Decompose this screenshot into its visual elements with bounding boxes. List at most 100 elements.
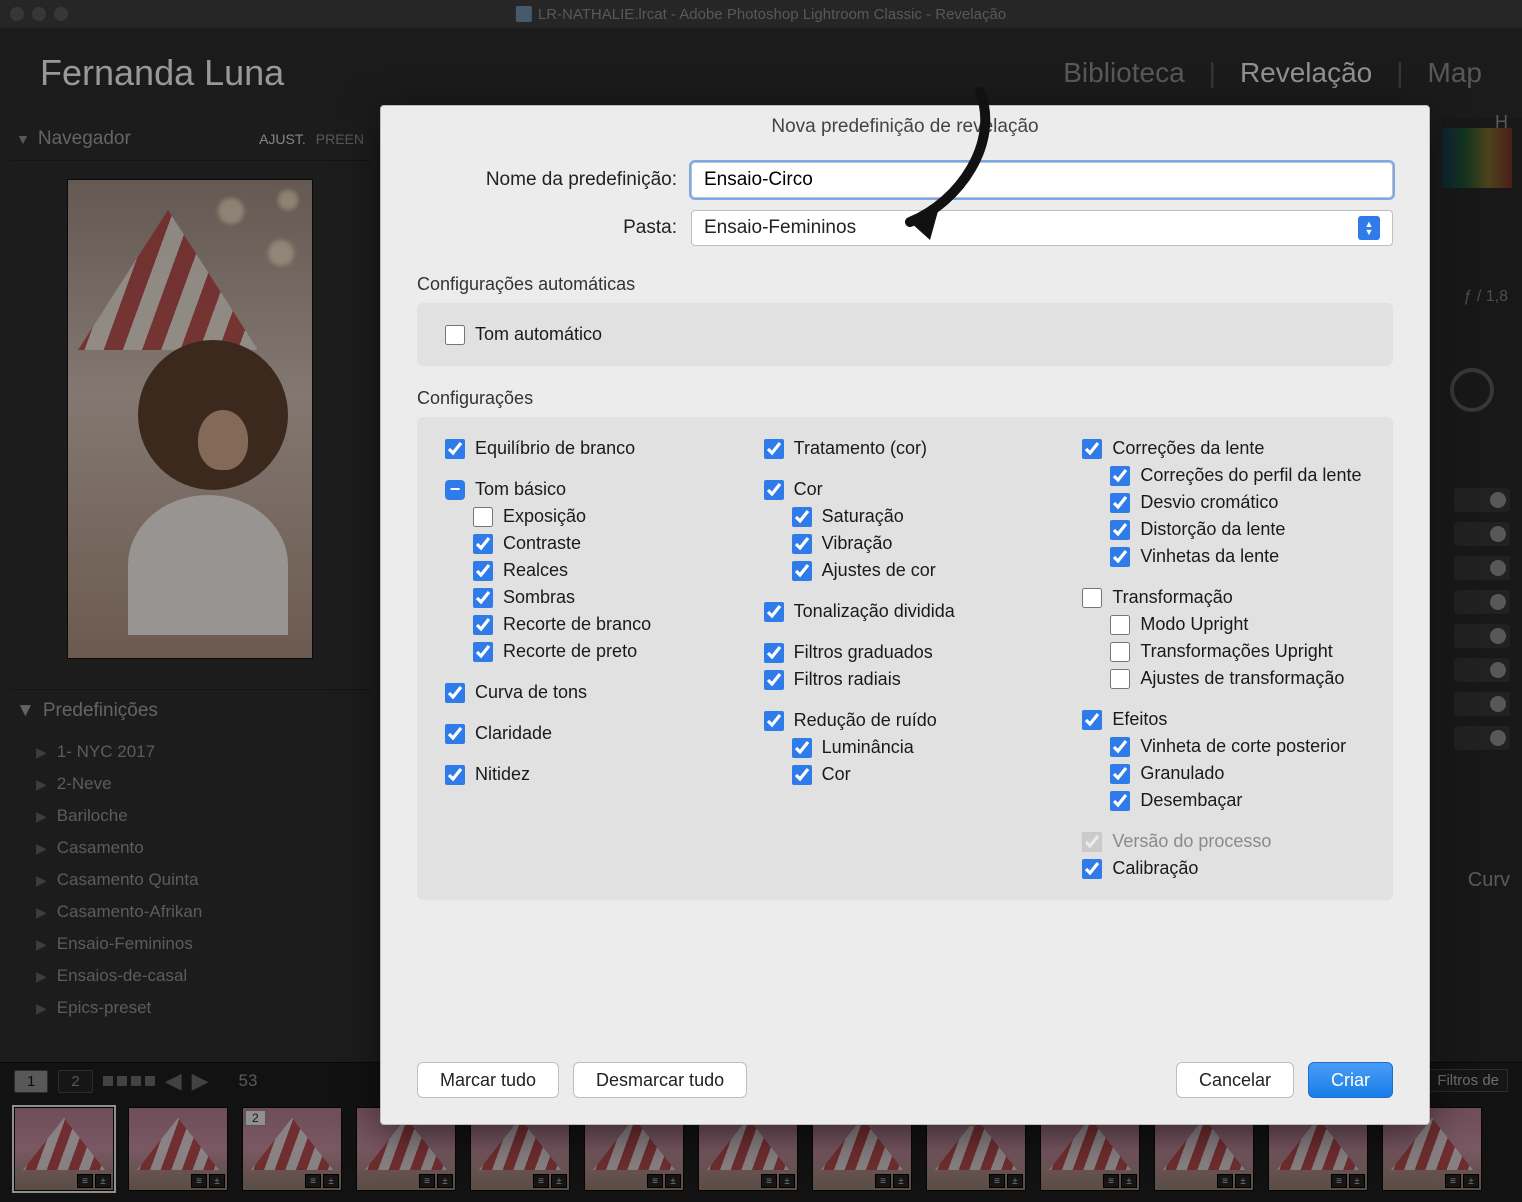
preset-folder[interactable]: ▶1- NYC 2017 [32,736,370,768]
preset-folder[interactable]: ▶Bariloche [32,800,370,832]
chk-sub-item[interactable]: Desembaçar [1110,787,1365,814]
chk-sub-item[interactable]: Ajustes de cor [792,557,1047,584]
chk-sub-item[interactable]: Granulado [1110,760,1365,787]
chk-process-version: Versão do processo [1082,828,1365,855]
select-arrows-icon: ▲▼ [1358,216,1380,240]
chk-color[interactable]: Cor [764,476,1047,503]
check-all-button[interactable]: Marcar tudo [417,1062,559,1098]
chk-radial-filters[interactable]: Filtros radiais [764,666,1047,693]
preset-folder[interactable]: ▶Casamento [32,832,370,864]
traffic-lights[interactable] [10,7,68,21]
metadata-badge-icon: ≡ [419,1174,435,1188]
next-icon[interactable]: ▶ [192,1068,209,1094]
chk-sub-item[interactable]: Vinheta de corte posterior [1110,733,1365,760]
chk-basic-tone[interactable]: −Tom básico [445,476,728,503]
slider[interactable] [1454,488,1510,512]
uncheck-all-button[interactable]: Desmarcar tudo [573,1062,747,1098]
grid-view-icon[interactable] [103,1076,155,1086]
slider[interactable] [1454,692,1510,716]
module-mapa[interactable]: Map [1428,57,1482,89]
auto-tone-checkbox[interactable]: Tom automático [445,321,1365,348]
disclosure-down-icon[interactable]: ▼ [16,700,35,722]
auto-settings-label: Configurações automáticas [381,252,1429,303]
chk-lens-corrections[interactable]: Correções da lente [1082,435,1365,462]
chk-sub-item[interactable]: Desvio cromático [1110,489,1365,516]
filmstrip-thumb[interactable]: ≡± [128,1107,228,1191]
preset-folder[interactable]: ▶Casamento-Afrikan [32,896,370,928]
temperature-dial-icon[interactable] [1450,368,1494,412]
module-revelacao[interactable]: Revelação [1240,57,1372,89]
chk-sub-item[interactable]: Vibração [792,530,1047,557]
slider[interactable] [1454,726,1510,750]
chk-sub-item[interactable]: Sombras [473,584,728,611]
prev-icon[interactable]: ◀ [165,1068,182,1094]
close-icon[interactable] [10,7,24,21]
slider[interactable] [1454,556,1510,580]
chk-sub-item[interactable]: Recorte de preto [473,638,728,665]
slider[interactable] [1454,658,1510,682]
chk-sub-item[interactable]: Transformações Upright [1110,638,1365,665]
cancel-button[interactable]: Cancelar [1176,1062,1294,1098]
zoom-fill[interactable]: PREEN [316,131,364,147]
chk-sub-item[interactable]: Cor [792,761,1047,788]
presets-header[interactable]: ▼ Predefinições [10,689,370,732]
chk-sub-item[interactable]: Ajustes de transformação [1110,665,1365,692]
chevron-right-icon: ▶ [36,808,47,825]
chk-graduated-filters[interactable]: Filtros graduados [764,639,1047,666]
identity-plate: Fernanda Luna [40,52,284,94]
settings-col-3: Correções da lente Correções do perfil d… [1082,435,1365,882]
chk-white-balance[interactable]: Equilíbrio de branco [445,435,728,462]
chk-treatment[interactable]: Tratamento (cor) [764,435,1047,462]
navigator-preview[interactable] [67,179,313,659]
minimize-icon[interactable] [32,7,46,21]
slider[interactable] [1454,590,1510,614]
develop-badge-icon: ± [1463,1174,1479,1188]
filmstrip-thumb[interactable]: 2≡± [242,1107,342,1191]
chk-noise-reduction[interactable]: Redução de ruído [764,707,1047,734]
chk-sub-item[interactable]: Realces [473,557,728,584]
slider[interactable] [1454,624,1510,648]
chk-calibration[interactable]: Calibração [1082,855,1365,882]
preset-name-input[interactable] [691,162,1393,198]
window-title: LR-NATHALIE.lrcat - Adobe Photoshop Ligh… [538,6,1006,23]
navigator-header[interactable]: ▼Navegador AJUST. PREEN [10,118,370,161]
chk-transform[interactable]: Transformação [1082,584,1365,611]
zoom-icon[interactable] [54,7,68,21]
folder-select[interactable]: Ensaio-Femininos ▲▼ [691,210,1393,246]
module-biblioteca[interactable]: Biblioteca [1063,57,1184,89]
chk-sub-item[interactable]: Saturação [792,503,1047,530]
preset-folder[interactable]: ▶Casamento Quinta [32,864,370,896]
chk-sub-item[interactable]: Luminância [792,734,1047,761]
chk-sub-item[interactable]: Correções do perfil da lente [1110,462,1365,489]
zoom-fit[interactable]: AJUST. [259,131,306,147]
view-secondary-button[interactable]: 2 [58,1070,92,1093]
dialog-footer: Marcar tudo Desmarcar tudo Cancelar Cria… [381,1042,1429,1124]
chk-sub-item[interactable]: Recorte de branco [473,611,728,638]
chk-sub-item[interactable]: Distorção da lente [1110,516,1365,543]
create-button[interactable]: Criar [1308,1062,1393,1098]
chk-clarity[interactable]: Claridade [445,720,728,747]
preset-folder[interactable]: ▶Ensaios-de-casal [32,960,370,992]
chk-effects[interactable]: Efeitos [1082,706,1365,733]
chk-sub-item[interactable]: Contraste [473,530,728,557]
tone-curve-panel-label[interactable]: Curv [1468,869,1510,892]
preset-name-label: Nome da predefinição: [417,169,677,191]
slider[interactable] [1454,522,1510,546]
preset-folder[interactable]: ▶2-Neve [32,768,370,800]
preset-folder[interactable]: ▶Ensaio-Femininos [32,928,370,960]
chk-split-toning[interactable]: Tonalização dividida [764,598,1047,625]
filmstrip-thumb[interactable]: ≡± [14,1107,114,1191]
chk-sub-item[interactable]: Exposição [473,503,728,530]
chk-sub-item[interactable]: Vinhetas da lente [1110,543,1365,570]
histogram[interactable] [1442,128,1512,188]
chk-sharpening[interactable]: Nitidez [445,761,728,788]
preset-folder[interactable]: ▶Epics-preset [32,992,370,1024]
develop-badge-icon: ± [1121,1174,1137,1188]
chevron-right-icon: ▶ [36,872,47,889]
disclosure-down-icon[interactable]: ▼ [16,131,30,147]
chk-sub-item[interactable]: Modo Upright [1110,611,1365,638]
view-primary-button[interactable]: 1 [14,1070,48,1093]
filters-chip[interactable]: Filtros de [1428,1069,1508,1092]
chk-tone-curve[interactable]: Curva de tons [445,679,728,706]
new-develop-preset-dialog: Nova predefinição de revelação Nome da p… [380,105,1430,1125]
